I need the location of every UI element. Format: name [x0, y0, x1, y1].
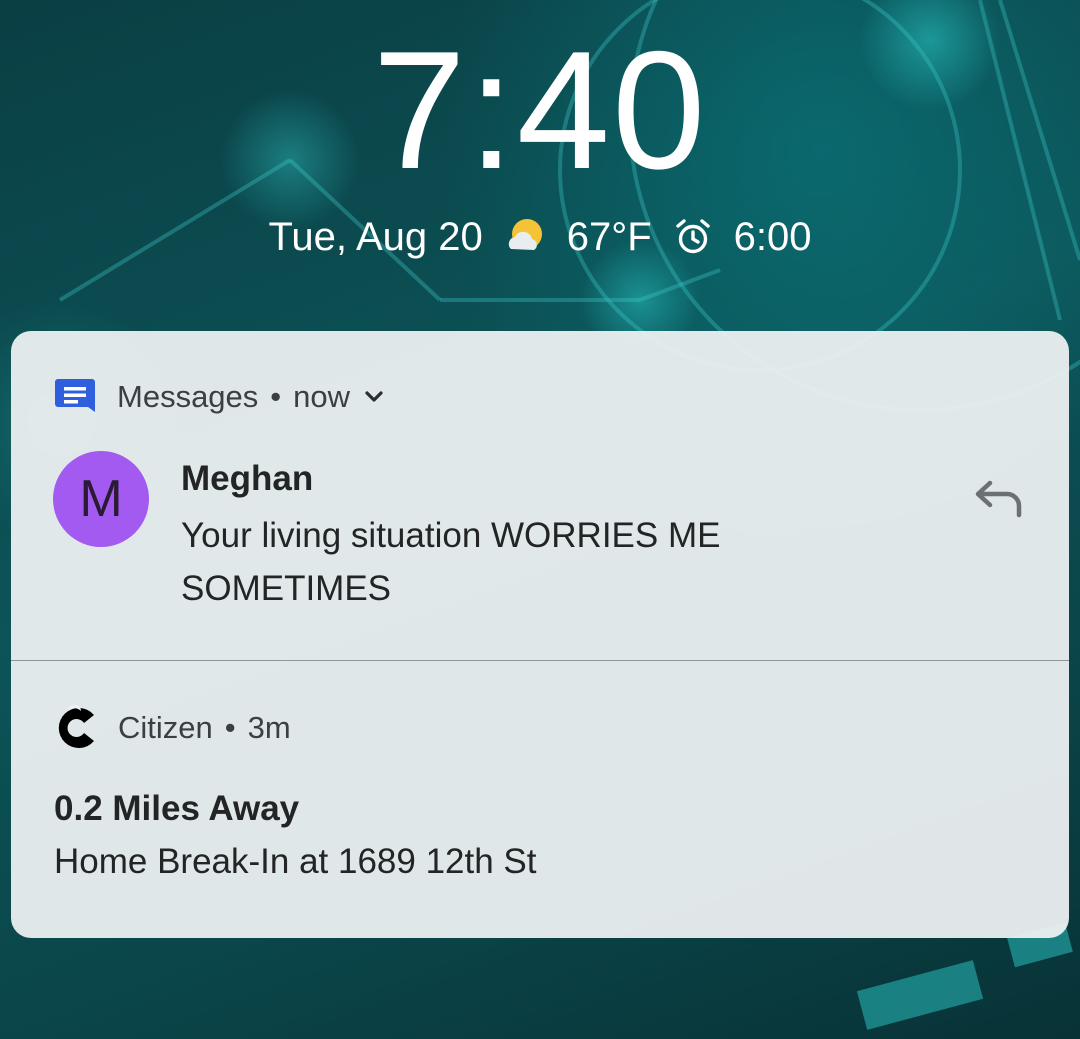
header-separator: •	[224, 710, 236, 745]
temperature-text: 67°F	[566, 215, 652, 259]
avatar: M	[53, 451, 149, 547]
notification-panel: Messages • now M Meghan Your living situ…	[11, 331, 1069, 938]
chevron-down-icon[interactable]	[364, 390, 384, 404]
messages-time: now	[293, 379, 351, 414]
status-row: Tue, Aug 20 67°F 6:00	[0, 212, 1080, 262]
partly-cloudy-icon	[505, 217, 545, 257]
citizen-app-icon	[54, 705, 100, 751]
header-separator: •	[270, 379, 282, 414]
notification-divider	[11, 660, 1069, 661]
citizen-app-name: Citizen	[118, 710, 213, 745]
alarm-clock-icon	[674, 218, 712, 256]
messages-notification-header[interactable]: Messages • now	[55, 379, 384, 415]
date-text: Tue, Aug 20	[268, 215, 483, 259]
message-body: Your living situation WORRIES ME SOMETIM…	[181, 516, 721, 608]
citizen-body: Home Break-In at 1689 12th St	[54, 842, 537, 881]
messages-app-name: Messages	[117, 379, 259, 414]
citizen-title: 0.2 Miles Away	[54, 789, 300, 828]
messages-app-icon	[55, 379, 95, 415]
alarm-time-text: 6:00	[733, 215, 812, 259]
clock: 7:40	[372, 16, 708, 204]
citizen-notification-header[interactable]: Citizen • 3m	[54, 705, 291, 751]
reply-icon[interactable]	[973, 479, 1029, 521]
message-sender: Meghan	[181, 459, 314, 498]
citizen-time: 3m	[247, 710, 291, 745]
